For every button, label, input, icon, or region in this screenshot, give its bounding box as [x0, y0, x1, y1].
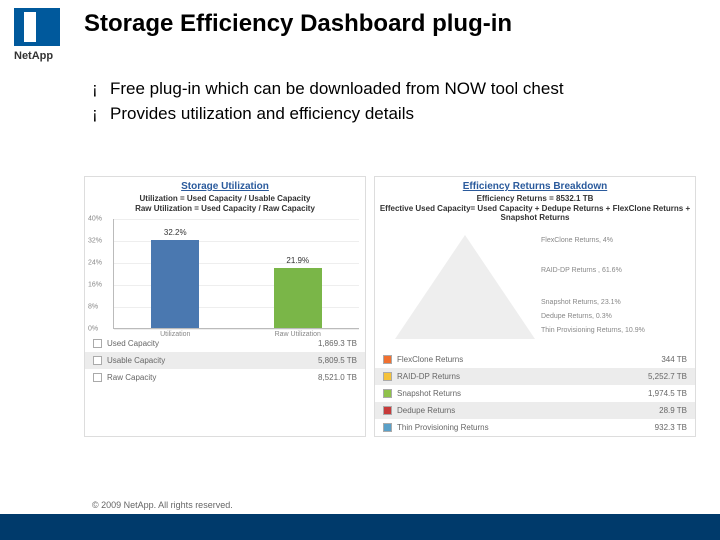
legend-row: Dedupe Returns 28.9 TB	[375, 402, 695, 419]
y-tick-label: 8%	[88, 304, 98, 311]
legend-value: 344 TB	[661, 355, 687, 364]
pyramid-label: FlexClone Returns, 4%	[541, 237, 613, 244]
legend-value: 932.3 TB	[655, 423, 687, 432]
y-tick-label: 0%	[88, 326, 98, 333]
legend-row: FlexClone Returns 344 TB	[375, 351, 695, 368]
legend-row: Raw Capacity 8,521.0 TB	[85, 369, 365, 386]
panel-subtitle: Utilization = Used Capacity / Usable Cap…	[85, 192, 365, 219]
legend-value: 8,521.0 TB	[318, 373, 357, 382]
pyramid-label: Snapshot Returns, 23.1%	[541, 299, 621, 306]
legend-row: Thin Provisioning Returns 932.3 TB	[375, 419, 695, 436]
x-category-label: Raw Utilization	[274, 328, 322, 338]
legend-swatch-icon	[383, 406, 392, 415]
y-tick-label: 24%	[88, 260, 102, 267]
footer-bar	[0, 514, 720, 540]
bullet-item: Free plug-in which can be downloaded fro…	[92, 78, 696, 101]
copyright-text: © 2009 NetApp. All rights reserved.	[92, 500, 233, 510]
legend-swatch-icon	[93, 356, 102, 365]
legend-label: Raw Capacity	[107, 373, 156, 382]
charts-row: Storage Utilization Utilization = Used C…	[84, 176, 696, 437]
legend-swatch-icon	[93, 339, 102, 348]
y-tick-label: 32%	[88, 238, 102, 245]
legend-label: Usable Capacity	[107, 356, 165, 365]
netapp-logo-icon	[14, 8, 60, 46]
legend-value: 5,809.5 TB	[318, 356, 357, 365]
legend-row: Used Capacity 1,869.3 TB	[85, 335, 365, 352]
x-category-label: Utilization	[151, 328, 199, 338]
legend-swatch-icon	[383, 423, 392, 432]
page-title: Storage Efficiency Dashboard plug-in	[84, 10, 512, 38]
legend-row: RAID-DP Returns 5,252.7 TB	[375, 368, 695, 385]
legend-row: Usable Capacity 5,809.5 TB	[85, 352, 365, 369]
legend-label: Dedupe Returns	[397, 406, 455, 415]
legend-value: 1,974.5 TB	[648, 389, 687, 398]
pyramid-label: Dedupe Returns, 0.3%	[541, 313, 612, 320]
utilization-bar-chart: 0%8%16%24%32%40%32.2%Utilization21.9%Raw…	[113, 219, 359, 329]
panel-title: Efficiency Returns Breakdown	[375, 177, 695, 192]
y-tick-label: 16%	[88, 282, 102, 289]
brand-logo: NetApp	[14, 8, 72, 62]
bullet-item: Provides utilization and efficiency deta…	[92, 103, 696, 126]
legend-label: Thin Provisioning Returns	[397, 423, 489, 432]
storage-utilization-panel: Storage Utilization Utilization = Used C…	[84, 176, 366, 437]
legend-value: 5,252.7 TB	[648, 372, 687, 381]
legend-row: Snapshot Returns 1,974.5 TB	[375, 385, 695, 402]
efficiency-pyramid-chart: FlexClone Returns, 4% RAID-DP Returns , …	[379, 229, 691, 347]
legend-label: Snapshot Returns	[397, 389, 461, 398]
legend-label: RAID-DP Returns	[397, 372, 460, 381]
legend-label: FlexClone Returns	[397, 355, 463, 364]
chart-bar: 32.2%Utilization	[151, 240, 199, 329]
efficiency-returns-panel: Efficiency Returns Breakdown Efficiency …	[374, 176, 696, 437]
legend-value: 1,869.3 TB	[318, 339, 357, 348]
legend-label: Used Capacity	[107, 339, 159, 348]
panel-subtitle: Efficiency Returns = 8532.1 TB Effective…	[375, 192, 695, 229]
bullet-list: Free plug-in which can be downloaded fro…	[92, 78, 696, 128]
y-tick-label: 40%	[88, 216, 102, 223]
bar-value-label: 32.2%	[151, 228, 199, 237]
pyramid-icon	[395, 235, 535, 339]
legend-swatch-icon	[93, 373, 102, 382]
legend-swatch-icon	[383, 372, 392, 381]
bar-value-label: 21.9%	[274, 256, 322, 265]
panel-title: Storage Utilization	[85, 177, 365, 192]
legend-value: 28.9 TB	[659, 406, 687, 415]
pyramid-label: RAID-DP Returns , 61.6%	[541, 267, 622, 274]
pyramid-label: Thin Provisioning Returns, 10.9%	[541, 327, 645, 334]
legend-swatch-icon	[383, 355, 392, 364]
legend-swatch-icon	[383, 389, 392, 398]
chart-bar: 21.9%Raw Utilization	[274, 268, 322, 328]
brand-name: NetApp	[14, 50, 72, 62]
